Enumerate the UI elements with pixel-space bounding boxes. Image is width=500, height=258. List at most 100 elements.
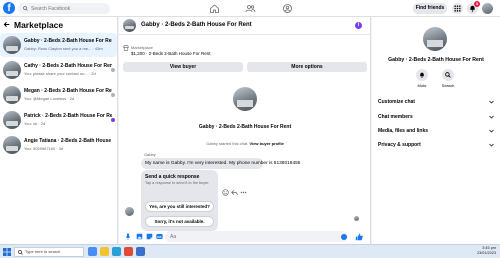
conversation-item-cathy[interactable]: Cathy · 2-Beds 2-Bath House For Rent You… xyxy=(0,58,117,82)
conversation-item-angie[interactable]: Angie Tatiana · 2-Beds 2-Bath House For … xyxy=(0,133,117,157)
quick-response-option[interactable]: Sorry, it's not available. xyxy=(145,216,214,227)
conversation-snippet: You: 5029967160 · 3d xyxy=(24,146,64,151)
conversation-item-megan[interactable]: Megan · 2-Beds 2-Bath House For Rent You… xyxy=(0,83,117,107)
unread-indicator-dot xyxy=(111,118,115,122)
more-options-button[interactable]: More options xyxy=(247,62,367,72)
conversation-title: Gabby · 2-Beds 2-Bath House For Rent xyxy=(24,38,112,44)
chat-title[interactable]: Gabby · 2-Beds 2-Bath House For Rent xyxy=(141,22,252,28)
section-label: Chat members xyxy=(378,114,413,120)
section-label: Media, files and links xyxy=(378,128,429,134)
image-attach-icon[interactable] xyxy=(136,233,143,240)
view-buyer-profile-link[interactable]: View buyer profile xyxy=(249,141,283,146)
grid-menu-icon xyxy=(454,5,461,12)
clock-date: 23/01/2023 xyxy=(476,251,496,255)
conversation-heading: Gabby · 2-Beds 2-Bath House For Rent xyxy=(198,124,292,130)
conversation-details-panel: Gabby · 2-Beds 2-Bath House For Rent Mut… xyxy=(372,17,500,244)
react-emoji-icon[interactable] xyxy=(222,189,229,196)
message-input[interactable] xyxy=(165,231,348,242)
mute-button[interactable]: Mute xyxy=(410,69,434,91)
system-message-text: Gabby started this chat. xyxy=(206,141,249,146)
search-icon xyxy=(445,72,451,78)
reply-icon[interactable] xyxy=(231,189,238,196)
seen-indicator-avatar xyxy=(354,216,359,221)
profile-avatar-button[interactable] xyxy=(482,3,493,14)
file-explorer-icon[interactable] xyxy=(100,247,109,256)
details-title: Gabby · 2-Beds 2-Bath House For Rent xyxy=(388,57,484,63)
chevron-down-icon xyxy=(489,115,494,119)
windows-taskbar: Type here to search 3:45 pm 23/01/2023 xyxy=(0,244,500,258)
search-label: Search xyxy=(441,83,455,88)
back-arrow-icon[interactable] xyxy=(3,21,10,28)
message-composer: GIF xyxy=(119,229,371,244)
word-app-icon[interactable] xyxy=(136,247,145,256)
chevron-down-icon xyxy=(489,100,494,104)
conversation-item-gabby[interactable]: Gabby · 2-Beds 2-Bath House For Rent Gab… xyxy=(0,33,117,57)
search-circle[interactable] xyxy=(442,69,454,81)
quick-response-card: Send a quick response Tap a response to … xyxy=(141,170,218,231)
search-conversation-button[interactable]: Search xyxy=(436,69,460,91)
search-icon xyxy=(18,250,23,255)
chevron-down-icon xyxy=(489,143,494,147)
notifications-button[interactable]: 3 xyxy=(467,1,480,14)
windows-start-icon[interactable] xyxy=(3,248,11,256)
message-actions xyxy=(222,189,248,197)
taskview-icon[interactable] xyxy=(88,247,97,256)
chat-members-section[interactable]: Chat members xyxy=(378,113,494,122)
mute-circle[interactable] xyxy=(416,69,428,81)
read-receipt-avatar xyxy=(111,68,115,72)
buyer-profile-photo xyxy=(233,87,257,111)
system-message: Gabby started this chat. View buyer prof… xyxy=(119,141,371,146)
find-friends-button[interactable]: Find friends xyxy=(413,3,447,14)
top-navigation-bar: f Find friends 3 xyxy=(0,0,500,17)
conversation-title: Angie Tatiana · 2-Beds 2-Bath House For … xyxy=(24,138,112,144)
thumbs-up-icon[interactable] xyxy=(355,233,363,241)
incoming-message[interactable]: My name is Gabby. I'm very interested. M… xyxy=(141,158,300,169)
conversation-title: Cathy · 2-Beds 2-Bath House For Rent xyxy=(24,63,112,69)
avatar xyxy=(3,61,21,79)
sidebar-title: Marketplace xyxy=(14,20,64,30)
chat-panel: Gabby · 2-Beds 2-Bath House For Rent i M… xyxy=(119,17,371,244)
avatar xyxy=(3,86,21,104)
search-box[interactable] xyxy=(18,3,110,14)
search-icon xyxy=(23,6,28,11)
section-label: Customize chat xyxy=(378,99,415,105)
listing-price-title[interactable]: $1,200 · 2-Beds 2-Bath House For Rent xyxy=(131,51,211,56)
chrome-browser-icon[interactable] xyxy=(124,247,133,256)
edge-browser-icon[interactable] xyxy=(112,247,121,256)
customize-chat-section[interactable]: Customize chat xyxy=(378,98,494,107)
taskbar-search-text: Type here to search xyxy=(25,249,61,254)
marketplace-shop-icon xyxy=(123,45,129,51)
search-input[interactable] xyxy=(31,4,107,13)
emoji-picker-icon[interactable] xyxy=(341,234,347,240)
conversation-snippet: You: please share your contact nu... · 2… xyxy=(24,71,96,76)
buyer-avatar-large xyxy=(423,27,447,51)
media-files-links-section[interactable]: Media, files and links xyxy=(378,127,494,136)
info-icon[interactable]: i xyxy=(355,22,362,29)
facebook-logo[interactable]: f xyxy=(3,2,15,14)
more-dots-icon[interactable] xyxy=(240,189,247,196)
avatar xyxy=(3,111,21,129)
conversation-snippet: Gabby: Ross Clayton sent you a me... · 4… xyxy=(24,46,103,51)
taskbar-search-box[interactable]: Type here to search xyxy=(14,247,84,257)
groups-icon[interactable] xyxy=(282,3,293,14)
friends-icon[interactable] xyxy=(245,3,256,14)
menu-button[interactable] xyxy=(452,3,463,14)
system-tray-clock[interactable]: 3:45 pm 23/01/2023 xyxy=(450,246,498,258)
conversation-snippet: You: @Megan Loveless · 2d xyxy=(24,96,75,101)
quick-response-option[interactable]: Yes, are you still interested? xyxy=(145,201,214,212)
home-icon[interactable] xyxy=(209,3,220,14)
avatar xyxy=(3,136,21,154)
sender-small-avatar xyxy=(125,207,134,216)
conversation-title: Megan · 2-Beds 2-Bath House For Rent xyxy=(24,88,112,94)
section-label: Privacy & support xyxy=(378,142,421,148)
view-buyer-button[interactable]: View buyer xyxy=(123,62,243,72)
conversation-item-patrick[interactable]: Patrick · 2-Beds 2-Bath House For Rent Y… xyxy=(0,108,117,132)
sticker-icon[interactable] xyxy=(146,233,153,240)
read-receipt-avatar xyxy=(111,93,115,97)
chat-header: Gabby · 2-Beds 2-Bath House For Rent i xyxy=(119,17,371,35)
chat-avatar[interactable] xyxy=(123,19,136,32)
privacy-support-section[interactable]: Privacy & support xyxy=(378,141,494,150)
conversation-title: Patrick · 2-Beds 2-Bath House For Rent xyxy=(24,113,112,119)
gif-icon[interactable]: GIF xyxy=(156,233,163,240)
microphone-icon[interactable] xyxy=(125,233,131,240)
